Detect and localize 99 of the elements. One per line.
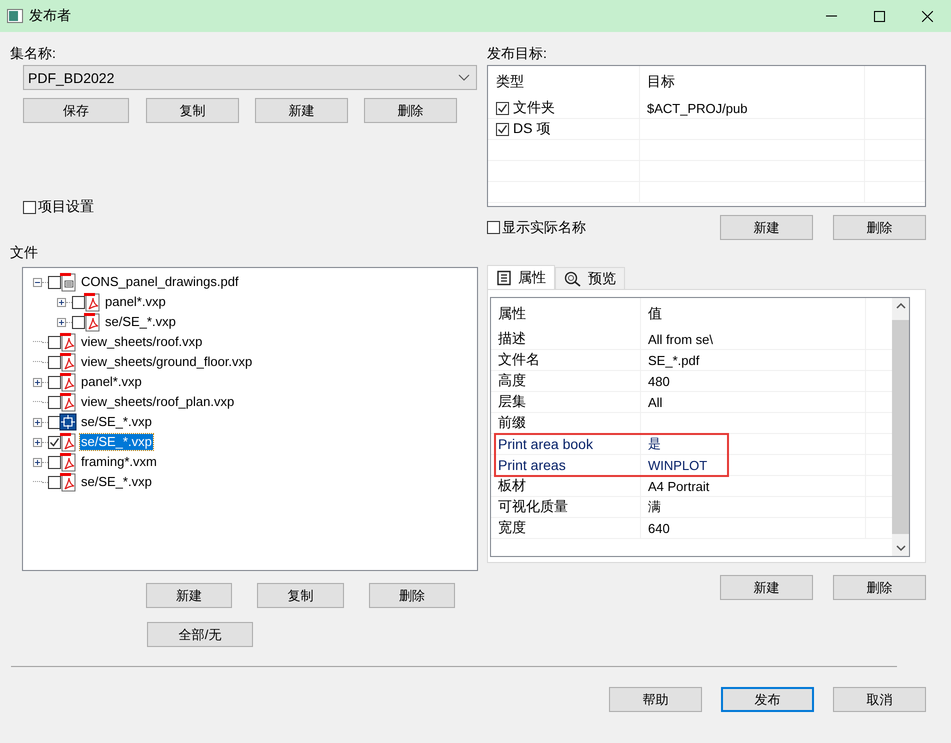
column-header: 类型 (488, 66, 640, 98)
property-value: All (648, 394, 662, 410)
column-header: 值 (641, 298, 866, 329)
checkbox[interactable] (496, 102, 509, 114)
action-button[interactable]: 新建 (146, 583, 232, 608)
field-label: 集名称: (10, 45, 57, 62)
section-label: 发布目标: (487, 45, 548, 62)
checkbox-label: 项目设置 (38, 198, 94, 216)
column-header: 目标 (640, 66, 865, 98)
tree-item[interactable]: panel*.vxp (104, 294, 167, 310)
pdf-file-icon (59, 432, 77, 452)
tree-item[interactable]: se/SE_*.vxp (80, 434, 153, 450)
tree-item[interactable]: se/SE_*.vxp (80, 474, 153, 490)
checkbox[interactable] (48, 396, 61, 408)
checkbox[interactable] (496, 122, 509, 136)
checkbox[interactable] (72, 316, 85, 328)
checkbox[interactable] (48, 336, 61, 348)
checkbox[interactable] (23, 200, 36, 214)
checkbox[interactable] (48, 456, 61, 468)
action-button[interactable]: 删除 (364, 98, 457, 123)
property-name: 板材 (498, 477, 526, 495)
pdf-file-icon (59, 332, 77, 352)
property-value: SE_*.pdf (648, 352, 700, 368)
expand-icon[interactable] (33, 378, 42, 386)
pdf-file-icon (59, 372, 77, 392)
action-button[interactable]: 删除 (833, 215, 926, 240)
expand-icon[interactable] (33, 438, 42, 446)
checkbox[interactable] (48, 476, 61, 488)
property-value: 是 (648, 435, 661, 453)
pdf-file-icon (59, 452, 77, 472)
pdf-file-icon (83, 292, 101, 312)
property-value: 640 (648, 520, 670, 536)
property-name: 描述 (498, 330, 526, 348)
dialog-button[interactable]: 帮助 (609, 687, 702, 712)
dialog-button[interactable]: 取消 (833, 687, 926, 712)
pdf-file-icon (59, 352, 77, 372)
document-file-icon (59, 272, 77, 292)
action-button[interactable]: 删除 (368, 583, 455, 608)
expand-icon[interactable] (33, 458, 42, 466)
table-cell: DS 项 (513, 120, 550, 138)
tree-item[interactable]: CONS_panel_drawings.pdf (80, 274, 240, 290)
tree-item[interactable]: framing*.vxm (80, 454, 158, 470)
tree-item[interactable]: panel*.vxp (80, 374, 143, 390)
property-name: 宽度 (498, 519, 526, 537)
property-value: A4 Portrait (648, 478, 710, 494)
checkbox[interactable] (48, 436, 61, 448)
list-icon (496, 270, 512, 286)
table-cell: 文件夹 (513, 99, 555, 117)
caret-icon (458, 74, 470, 81)
app-icon (7, 9, 23, 23)
checkbox[interactable] (487, 221, 500, 234)
tree-item[interactable]: se/SE_*.vxp (80, 414, 153, 430)
expand-icon[interactable] (33, 418, 42, 426)
property-value: 480 (648, 374, 670, 388)
tab[interactable]: 预览 (555, 267, 625, 289)
property-name: 高度 (498, 372, 526, 390)
dialog-button[interactable]: 发布 (721, 687, 814, 712)
property-name: 文件名 (498, 351, 540, 369)
tree-item[interactable]: se/SE_*.vxp (104, 314, 177, 330)
property-value: WINPLOT (648, 458, 708, 472)
property-name: Print areas (498, 457, 566, 473)
action-button[interactable]: 复制 (146, 98, 239, 123)
property-name: 前缀 (498, 414, 526, 432)
checkbox[interactable] (48, 276, 61, 288)
tree-item[interactable]: view_sheets/ground_floor.vxp (80, 354, 254, 370)
property-value: All from se\ (648, 332, 714, 346)
column-header: 属性 (491, 298, 641, 329)
tree-item[interactable]: view_sheets/roof_plan.vxp (80, 394, 236, 410)
table-cell: $ACT_PROJ/pub (647, 100, 748, 116)
checkbox[interactable] (48, 356, 61, 368)
property-name: 可视化质量 (498, 498, 568, 516)
pdf-file-icon (59, 392, 77, 412)
checkbox[interactable] (72, 296, 85, 308)
collapse-icon[interactable] (33, 278, 42, 286)
model-file-icon (59, 412, 77, 432)
property-name: 层集 (498, 393, 526, 411)
action-button[interactable]: 新建 (720, 575, 813, 600)
section-label: 文件 (10, 244, 39, 261)
tree-item[interactable]: view_sheets/roof.vxp (80, 334, 204, 350)
checkbox-label: 显示实际名称 (502, 218, 586, 236)
action-button[interactable]: 复制 (257, 583, 344, 608)
window-title: 发布者 (29, 7, 71, 25)
action-button[interactable]: 新建 (255, 98, 348, 123)
pdf-file-icon (59, 472, 77, 492)
tab[interactable]: 属性 (487, 265, 555, 289)
set-name-dropdown[interactable]: PDF_BD2022 (23, 65, 477, 90)
property-value: 满 (648, 498, 661, 516)
zoom-icon (564, 270, 582, 286)
action-button[interactable]: 删除 (833, 575, 926, 600)
action-button[interactable]: 保存 (23, 98, 129, 123)
checkbox[interactable] (48, 416, 61, 428)
expand-icon[interactable] (57, 298, 66, 306)
all-none-button[interactable]: 全部/无 (147, 622, 253, 647)
action-button[interactable]: 新建 (720, 215, 813, 240)
property-name: Print area book (498, 436, 593, 452)
expand-icon[interactable] (57, 318, 66, 326)
scrollbar[interactable] (892, 298, 909, 556)
checkbox[interactable] (48, 376, 61, 388)
pdf-file-icon (83, 312, 101, 332)
